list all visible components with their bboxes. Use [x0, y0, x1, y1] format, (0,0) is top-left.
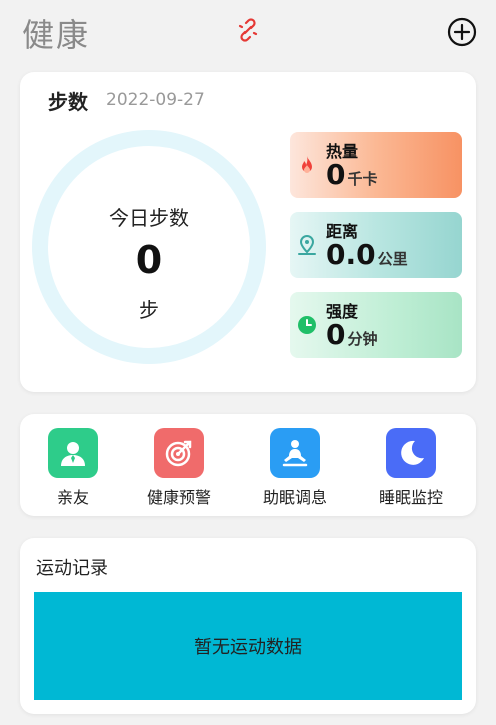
heat-value: 0 — [326, 158, 346, 191]
feature-label: 助眠调息 — [262, 488, 327, 507]
distance-value: 0.0 — [326, 238, 376, 271]
meditation-icon — [282, 440, 308, 467]
feature-tile — [48, 428, 98, 478]
steps-unit: 步 — [139, 298, 159, 322]
heat-value-row: 0 千卡 — [326, 158, 378, 196]
app-header: 健康 — [0, 0, 496, 62]
distance-stat[interactable]: 距离 0.0 公里 — [290, 212, 462, 278]
intensity-value: 0 — [326, 318, 346, 351]
feature-tile — [270, 428, 320, 478]
features-card: 亲友 健康预警 助眠调息 睡眠监控 — [20, 414, 476, 516]
feature-tile — [386, 428, 436, 478]
exercise-record-title: 运动记录 — [36, 558, 108, 579]
steps-date: 2022-09-27 — [106, 90, 205, 110]
page-title: 健康 — [22, 16, 91, 54]
steps-ring: 今日步数 0 步 — [32, 130, 266, 364]
feature-health-alert[interactable]: 健康预警 — [134, 428, 224, 508]
broken-link-icon[interactable] — [236, 18, 260, 42]
distance-value-row: 0.0 公里 — [326, 238, 408, 276]
location-pin-icon — [298, 234, 316, 255]
intensity-stat[interactable]: 强度 0 分钟 — [290, 292, 462, 358]
person-icon — [61, 442, 85, 466]
feature-label: 亲友 — [56, 488, 89, 507]
plus-circle-icon — [447, 17, 477, 47]
feature-tile — [154, 428, 204, 478]
flame-icon — [302, 156, 312, 173]
heat-unit: 千卡 — [347, 170, 378, 188]
target-icon — [165, 440, 192, 467]
exercise-record-card: 运动记录 暂无运动数据 — [20, 538, 476, 714]
feature-label: 健康预警 — [146, 488, 211, 507]
today-steps-label: 今日步数 — [109, 206, 189, 230]
empty-record-panel: 暂无运动数据 — [34, 592, 462, 700]
today-steps-value: 0 — [135, 238, 163, 282]
distance-unit: 公里 — [377, 250, 408, 268]
feature-label: 睡眠监控 — [378, 488, 443, 507]
empty-record-text: 暂无运动数据 — [194, 637, 302, 658]
intensity-value-row: 0 分钟 — [326, 318, 378, 356]
intensity-unit: 分钟 — [347, 330, 378, 348]
feature-sleep-monitor[interactable]: 睡眠监控 — [366, 428, 456, 508]
clock-icon — [298, 316, 316, 334]
moon-icon — [401, 440, 424, 465]
add-button[interactable] — [446, 16, 478, 48]
feature-sleep-breathing[interactable]: 助眠调息 — [250, 428, 340, 508]
steps-label: 步数 — [48, 90, 88, 114]
feature-family[interactable]: 亲友 — [28, 428, 118, 508]
steps-card[interactable]: 步数 2022-09-27 今日步数 0 步 热量 0千卡 距离 0.0公里 — [20, 72, 476, 392]
heat-stat[interactable]: 热量 0 千卡 — [290, 132, 462, 198]
